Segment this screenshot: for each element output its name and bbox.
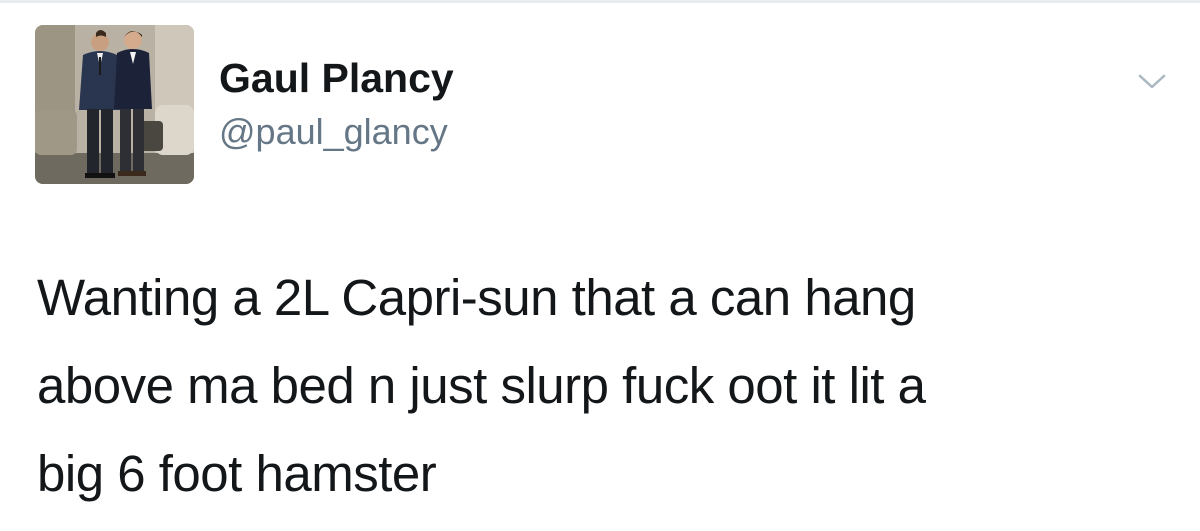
profile-photo bbox=[35, 25, 194, 184]
divider bbox=[0, 0, 1200, 3]
tweet-text: Wanting a 2L Capri-sun that a can hang a… bbox=[37, 254, 1177, 518]
tweet-card: Gaul Plancy @paul_glancy Wanting a 2L Ca… bbox=[0, 0, 1200, 531]
author-display-name[interactable]: Gaul Plancy bbox=[219, 52, 454, 104]
author-handle[interactable]: @paul_glancy bbox=[219, 110, 448, 154]
chevron-down-icon bbox=[1138, 74, 1166, 89]
tweet-text-line: above ma bed n just slurp fuck oot it li… bbox=[37, 357, 926, 414]
tweet-text-line: Wanting a 2L Capri-sun that a can hang bbox=[37, 269, 916, 326]
avatar[interactable] bbox=[35, 25, 194, 184]
tweet-text-line: big 6 foot hamster bbox=[37, 445, 437, 502]
tweet-menu-button[interactable] bbox=[1132, 64, 1172, 100]
